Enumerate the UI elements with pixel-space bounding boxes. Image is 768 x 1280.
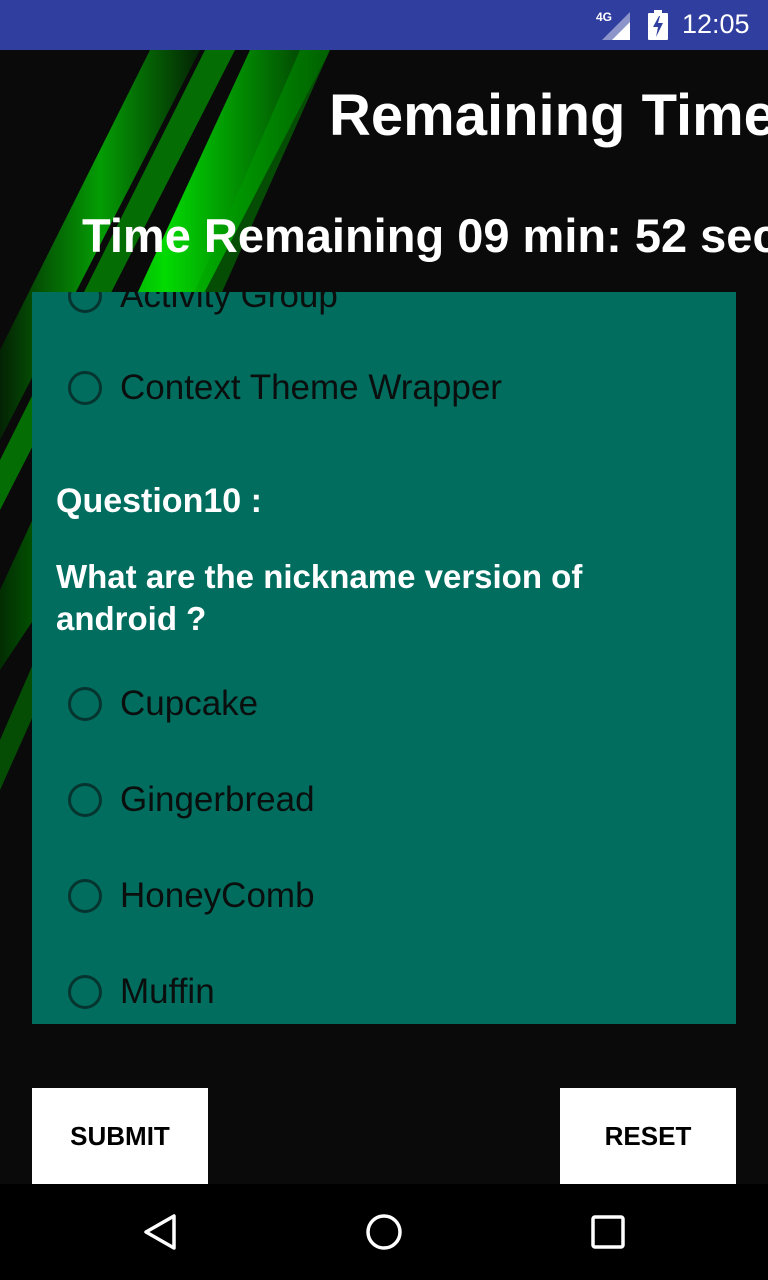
option-label: Context Theme Wrapper <box>120 368 502 407</box>
option-label: HoneyComb <box>120 876 315 915</box>
option-label: Gingerbread <box>120 780 315 819</box>
page-title: Remaining Time <box>329 83 768 148</box>
option-muffin[interactable]: Muffin <box>32 964 736 1024</box>
radio-button[interactable] <box>68 292 102 313</box>
reset-button[interactable]: RESET <box>560 1088 736 1184</box>
option-label: Muffin <box>120 972 215 1011</box>
option-context-theme-wrapper[interactable]: Context Theme Wrapper <box>32 360 736 420</box>
quiz-scroll-panel[interactable]: Activity Group Context Theme Wrapper Que… <box>32 292 736 1024</box>
battery-charging-icon <box>648 10 668 40</box>
radio-button[interactable] <box>68 687 102 721</box>
status-bar: 4G 12:05 <box>0 0 768 50</box>
option-label: Activity Group <box>120 292 338 315</box>
recents-icon[interactable] <box>588 1212 628 1252</box>
clock: 12:05 <box>682 9 750 39</box>
option-activity-group[interactable]: Activity Group <box>32 292 736 328</box>
option-label: Cupcake <box>120 684 259 723</box>
question-number: Question10 : <box>56 482 262 520</box>
countdown-timer: Time Remaining 09 min: 52 sec <box>82 209 768 262</box>
home-icon[interactable] <box>364 1212 404 1252</box>
radio-button[interactable] <box>68 371 102 405</box>
radio-button[interactable] <box>68 783 102 817</box>
radio-button[interactable] <box>68 975 102 1009</box>
option-cupcake[interactable]: Cupcake <box>32 676 736 736</box>
signal-icon: 4G <box>596 10 632 40</box>
question-text: What are the nickname version of android… <box>56 558 583 637</box>
navigation-bar <box>0 1184 768 1280</box>
option-honeycomb[interactable]: HoneyComb <box>32 868 736 928</box>
submit-button[interactable]: SUBMIT <box>32 1088 208 1184</box>
back-icon[interactable] <box>140 1212 180 1252</box>
option-gingerbread[interactable]: Gingerbread <box>32 772 736 832</box>
radio-button[interactable] <box>68 879 102 913</box>
